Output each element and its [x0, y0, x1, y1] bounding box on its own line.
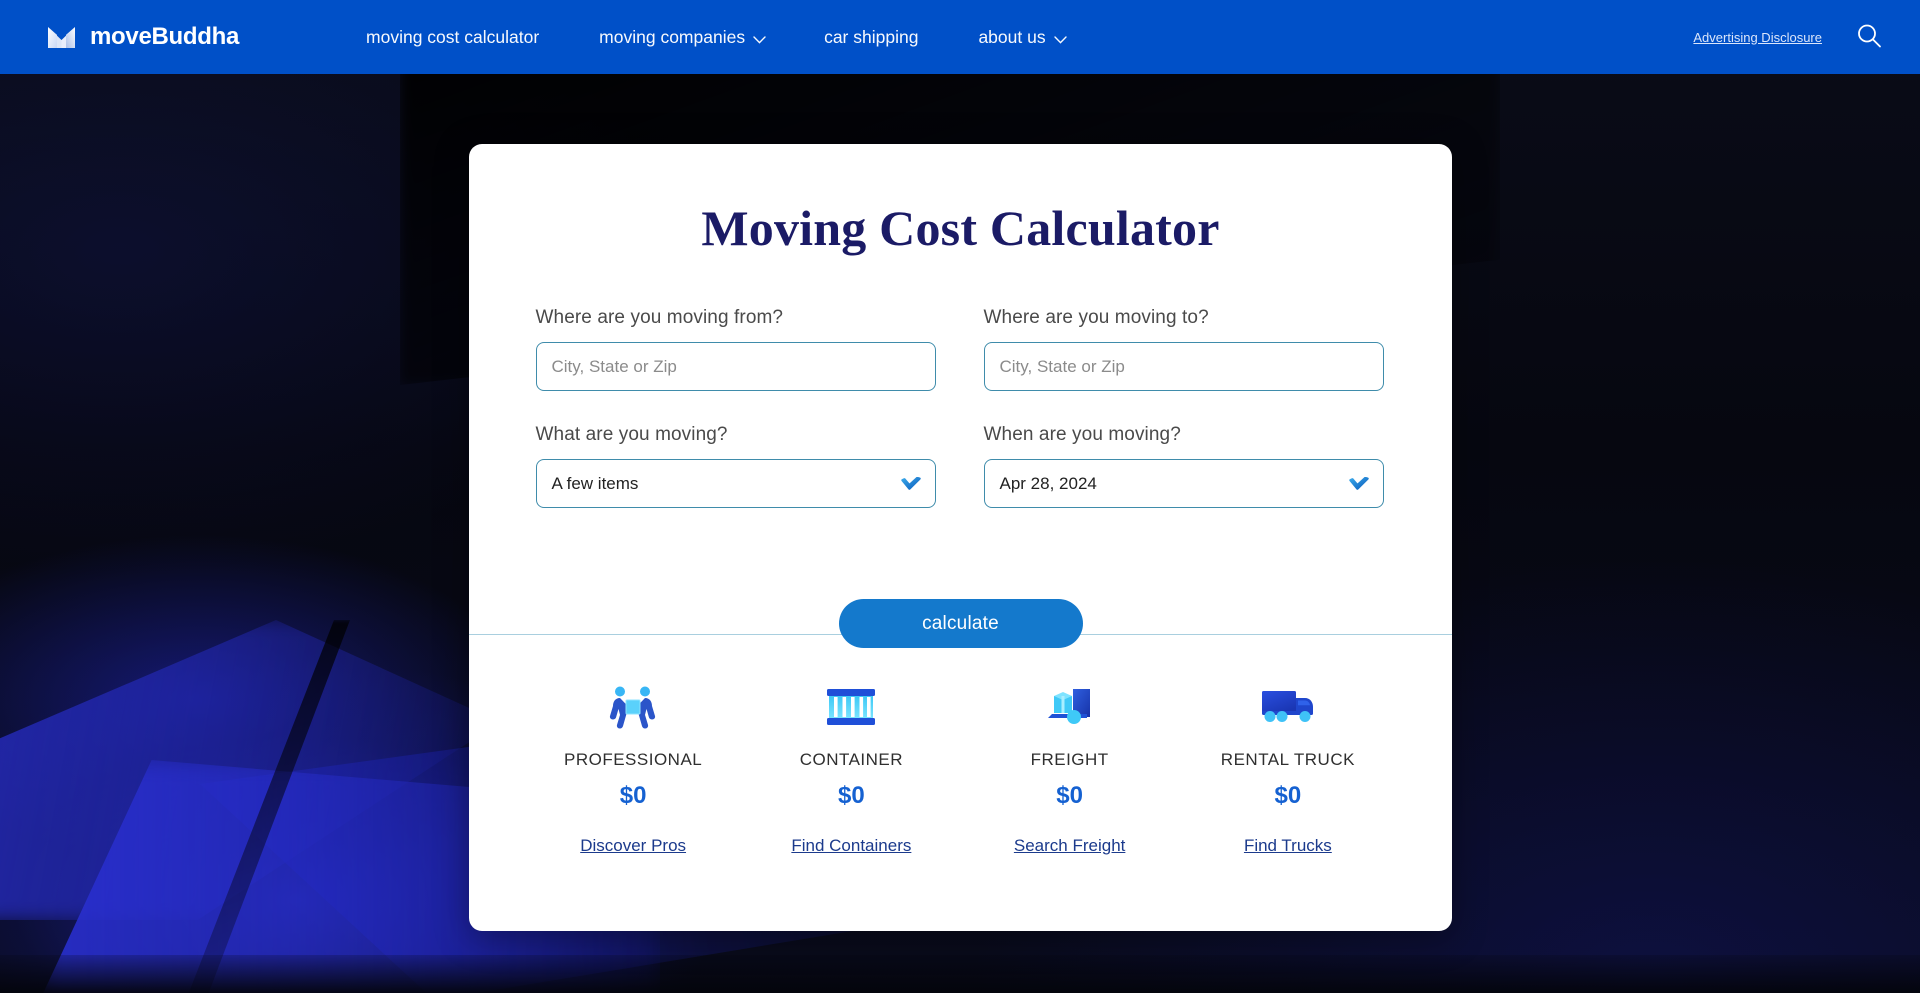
nav-item-label: car shipping [824, 26, 919, 47]
brand-logo-link[interactable]: moveBuddha [46, 22, 239, 53]
result-label: CONTAINER [799, 750, 904, 769]
result-card-freight: FREIGHT $0 Search Freight [961, 684, 1179, 856]
when-moving-select-wrap: Apr 28, 2024 [983, 459, 1384, 508]
result-card-container: CONTAINER $0 Find Containers [742, 684, 960, 856]
page-root: moveBuddha moving cost calculator moving… [0, 0, 1920, 993]
field-label-what-moving: What are you moving? [535, 424, 728, 445]
field-label-when-moving: When are you moving? [983, 424, 1181, 445]
when-moving-date-select[interactable]: Apr 28, 2024 [983, 459, 1384, 508]
field-when-moving: When are you moving? Apr 28, 2024 [983, 424, 1384, 508]
page-title: Moving Cost Calculator [701, 200, 1220, 256]
result-link-search-freight[interactable]: Search Freight [1014, 836, 1126, 856]
brand-name: moveBuddha [90, 23, 240, 50]
moving-to-input[interactable] [983, 342, 1384, 391]
what-moving-select[interactable]: A few items [535, 459, 936, 508]
what-moving-select-wrap: A few items [535, 459, 936, 508]
result-label: PROFESSIONAL [563, 750, 703, 769]
chevron-down-icon [753, 35, 766, 44]
shipping-container-icon [825, 684, 877, 730]
result-link-find-trucks[interactable]: Find Trucks [1244, 836, 1332, 856]
result-link-find-containers[interactable]: Find Containers [791, 836, 911, 856]
result-label: FREIGHT [1030, 750, 1109, 769]
field-what-moving: What are you moving? A few items [535, 424, 936, 508]
field-moving-from: Where are you moving from? [535, 307, 936, 391]
results-row: PROFESSIONAL $0 Discover Pros CONTAINER … [469, 684, 1452, 856]
result-label: RENTAL TRUCK [1220, 750, 1355, 769]
result-card-rental-truck: RENTAL TRUCK $0 Find Trucks [1179, 684, 1397, 856]
nav-item-label: moving companies [599, 26, 746, 47]
freight-dolly-icon [1045, 684, 1095, 730]
field-label-moving-to: Where are you moving to? [983, 307, 1209, 328]
nav-item-label: about us [978, 26, 1046, 47]
result-price: $0 [1274, 782, 1302, 809]
result-price: $0 [619, 782, 647, 809]
nav-item-label: moving cost calculator [366, 26, 540, 47]
nav-item-car-shipping[interactable]: car shipping [794, 27, 948, 48]
advertising-disclosure-link[interactable]: Advertising Disclosure [1693, 30, 1822, 45]
top-navigation-bar: moveBuddha moving cost calculator moving… [0, 0, 1920, 74]
nav-item-moving-cost-calculator[interactable]: moving cost calculator [336, 27, 569, 48]
result-price: $0 [838, 782, 865, 809]
search-icon [1855, 22, 1883, 53]
movers-carrying-box-icon [608, 684, 658, 730]
moving-cost-calculator-card: Moving Cost Calculator Where are you mov… [469, 144, 1452, 931]
moving-from-input[interactable] [535, 342, 936, 391]
calculator-form: Where are you moving from? Where are you… [535, 307, 1386, 508]
search-button[interactable] [1852, 20, 1886, 54]
rental-truck-icon [1260, 684, 1316, 730]
movebuddha-m-logo-icon [46, 22, 77, 53]
result-link-discover-pros[interactable]: Discover Pros [580, 836, 686, 856]
nav-item-about-us[interactable]: about us [948, 27, 1094, 48]
chevron-down-icon [1053, 35, 1067, 44]
calculate-button[interactable]: calculate [838, 599, 1083, 648]
field-moving-to: Where are you moving to? [983, 307, 1384, 391]
field-label-moving-from: Where are you moving from? [535, 307, 784, 328]
result-card-professional: PROFESSIONAL $0 Discover Pros [524, 684, 742, 856]
background-bottom-band [0, 955, 1920, 993]
result-price: $0 [1056, 782, 1083, 809]
nav-right-group: Advertising Disclosure [1693, 20, 1886, 54]
nav-item-moving-companies[interactable]: moving companies [569, 27, 794, 48]
nav-links: moving cost calculator moving companies … [336, 27, 1095, 48]
